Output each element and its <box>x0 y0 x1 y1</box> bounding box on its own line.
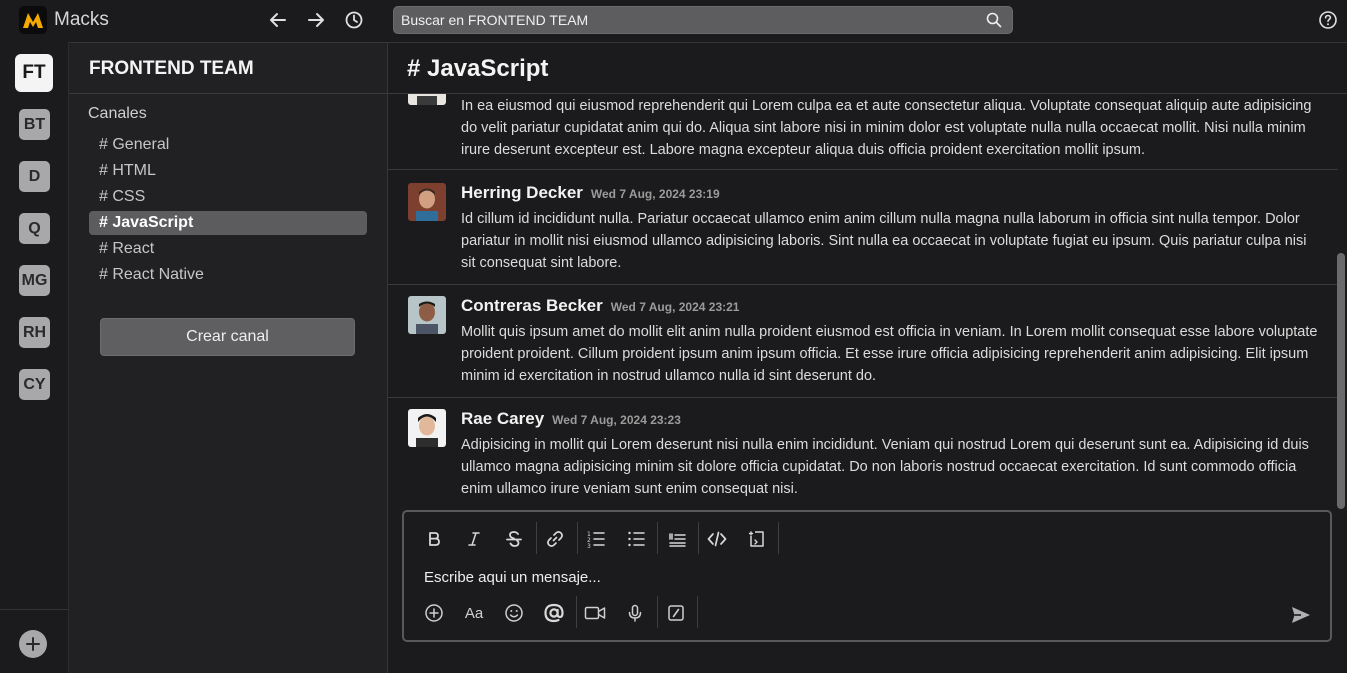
strikethrough-icon[interactable] <box>501 526 527 552</box>
message-composer: 123 Aa <box>402 510 1332 642</box>
message-author: Herring Decker Wed 7 Aug, 2024 23:19 <box>461 183 720 203</box>
workspace-rail: FT BT D Q MG RH CY <box>0 42 69 673</box>
code-block-icon[interactable] <box>744 526 770 552</box>
toolbar-separator <box>698 522 699 554</box>
workspace-bt[interactable]: BT <box>19 109 50 140</box>
toolbar-separator <box>576 596 577 628</box>
author-name[interactable]: Rae Carey <box>461 409 544 428</box>
help-icon[interactable] <box>1318 10 1338 30</box>
channel-javascript[interactable]: # JavaScript <box>89 211 367 235</box>
toolbar-separator <box>577 522 578 554</box>
message-scrollbar[interactable] <box>1337 253 1345 509</box>
add-icon[interactable] <box>421 600 447 626</box>
avatar <box>408 409 446 447</box>
workspace-rh[interactable]: RH <box>19 317 50 348</box>
channel-general[interactable]: # General <box>89 133 367 157</box>
message-item: Rae Carey Wed 7 Aug, 2024 23:23 Adipisici… <box>388 398 1338 511</box>
text-format-icon[interactable]: Aa <box>461 600 487 626</box>
channel-html[interactable]: # HTML <box>89 159 367 183</box>
message-list: In ea eiusmod qui eiusmod reprehenderit … <box>388 94 1338 511</box>
toolbar-separator <box>778 522 779 554</box>
message-author: Rae Carey Wed 7 Aug, 2024 23:23 <box>461 409 681 429</box>
channel-react-native[interactable]: # React Native <box>89 263 367 287</box>
message-text: In ea eiusmod qui eiusmod reprehenderit … <box>461 98 1312 158</box>
add-workspace-button[interactable] <box>19 630 47 658</box>
channels-heading: Canales <box>88 105 147 122</box>
rail-divider <box>0 609 69 610</box>
message-item: Contreras Becker Wed 7 Aug, 2024 23:21 Mo… <box>388 285 1338 398</box>
top-bar: Macks <box>0 0 1347 42</box>
send-icon[interactable] <box>1288 602 1314 628</box>
search-icon[interactable] <box>985 11 1003 29</box>
avatar <box>408 94 446 105</box>
message-timestamp: Wed 7 Aug, 2024 23:21 <box>610 300 740 314</box>
channel-css[interactable]: # CSS <box>89 185 367 209</box>
forward-arrow-icon[interactable] <box>305 9 327 31</box>
mention-icon[interactable] <box>541 600 567 626</box>
message-author: Contreras Becker Wed 7 Aug, 2024 23:21 <box>461 296 739 316</box>
bullet-list-icon[interactable] <box>623 526 649 552</box>
app-title: Macks <box>54 9 109 30</box>
toolbar-separator <box>657 596 658 628</box>
channel-title: # JavaScript <box>407 55 549 82</box>
workspace-cy[interactable]: CY <box>19 369 50 400</box>
message-item: In ea eiusmod qui eiusmod reprehenderit … <box>388 94 1338 170</box>
back-arrow-icon[interactable] <box>267 9 289 31</box>
emoji-icon[interactable] <box>501 600 527 626</box>
avatar <box>408 183 446 221</box>
message-text: Id cillum id incididunt nulla. Pariatur … <box>461 211 1307 271</box>
message-item: Herring Decker Wed 7 Aug, 2024 23:19 Id c… <box>388 171 1338 285</box>
message-timestamp: Wed 7 Aug, 2024 23:23 <box>552 413 681 427</box>
workspace-d[interactable]: D <box>19 161 50 192</box>
team-name: FRONTEND TEAM <box>89 58 254 79</box>
search-input[interactable] <box>394 7 974 33</box>
code-icon[interactable] <box>704 526 730 552</box>
slash-command-icon[interactable] <box>663 600 689 626</box>
link-icon[interactable] <box>542 526 568 552</box>
svg-text:3: 3 <box>587 543 591 549</box>
search-bar <box>393 6 1013 34</box>
app-logo <box>19 6 47 34</box>
main-panel: # JavaScript In ea eiusmod qui eiusmod r… <box>388 42 1347 673</box>
video-icon[interactable] <box>582 600 608 626</box>
create-channel-button[interactable]: Crear canal <box>100 318 355 356</box>
workspace-mg[interactable]: MG <box>19 265 50 296</box>
italic-icon[interactable] <box>461 526 487 552</box>
toolbar-separator <box>697 596 698 628</box>
microphone-icon[interactable] <box>622 600 648 626</box>
author-name[interactable]: Herring Decker <box>461 183 583 202</box>
channel-react[interactable]: # React <box>89 237 367 261</box>
ordered-list-icon[interactable]: 123 <box>583 526 609 552</box>
text-format-label: Aa <box>464 604 484 622</box>
avatar <box>408 296 446 334</box>
toolbar-separator <box>657 522 658 554</box>
author-name[interactable]: Contreras Becker <box>461 296 603 315</box>
message-timestamp: Wed 7 Aug, 2024 23:19 <box>590 187 720 201</box>
workspace-q[interactable]: Q <box>19 213 50 244</box>
channel-sidebar: FRONTEND TEAM Canales # General # HTML #… <box>69 42 388 673</box>
workspace-ft[interactable]: FT <box>15 54 53 92</box>
message-text: Adipisicing in mollit qui Lorem deserunt… <box>461 437 1309 497</box>
toolbar-separator <box>536 522 537 554</box>
blockquote-icon[interactable] <box>664 526 690 552</box>
message-input[interactable] <box>424 566 1284 588</box>
plus-icon <box>26 637 40 651</box>
message-text: Mollit quis ipsum amet do mollit elit an… <box>461 324 1318 384</box>
sidebar-divider <box>69 93 387 94</box>
bold-icon[interactable] <box>421 526 447 552</box>
history-icon[interactable] <box>343 9 365 31</box>
